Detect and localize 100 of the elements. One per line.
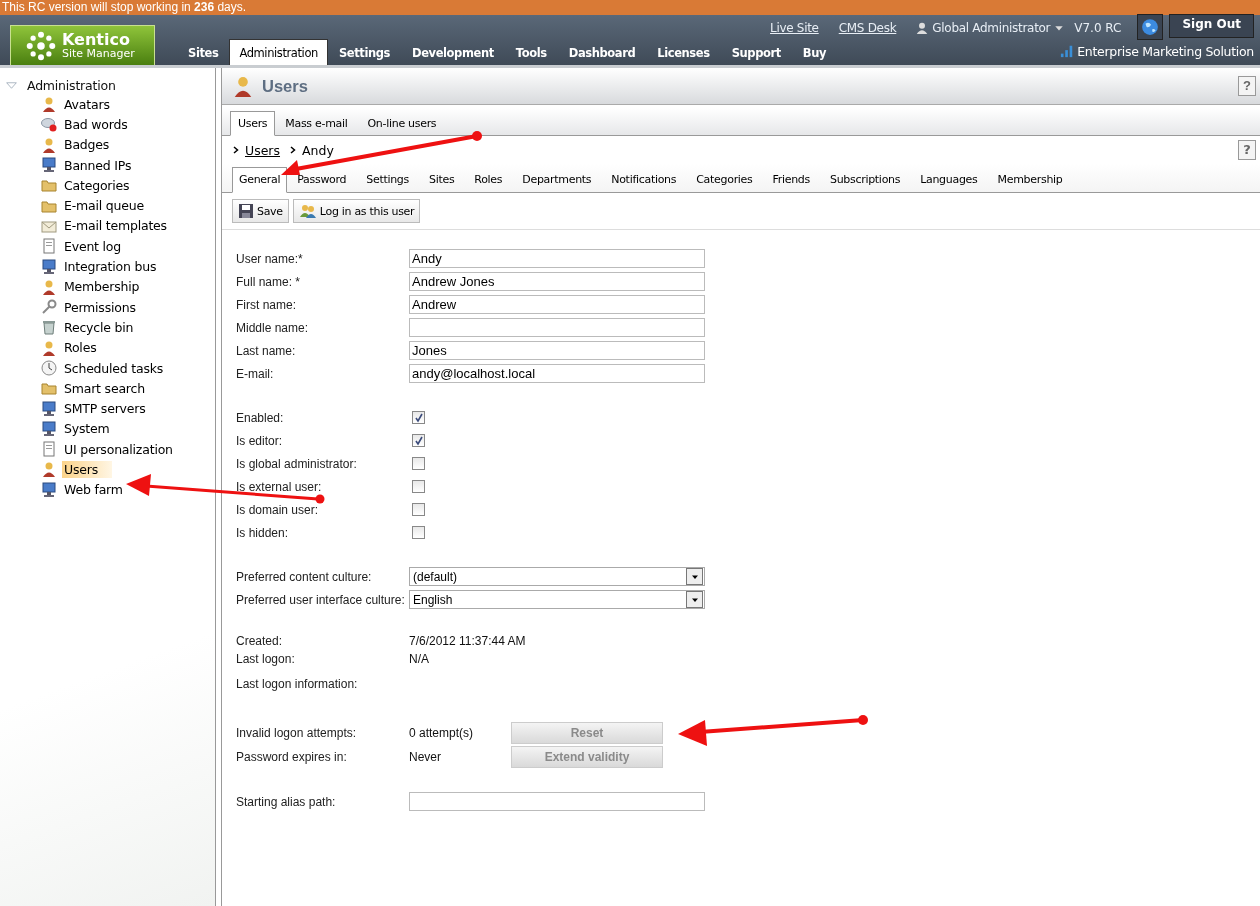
tab[interactable]: Users [230,111,276,136]
tree-item[interactable]: Badges [62,136,112,154]
tab[interactable]: On-line users [357,112,447,135]
tab[interactable]: Mass e-mail [275,112,358,135]
nav-tab[interactable]: Sites [177,40,230,65]
tree-item[interactable]: Bad words [62,115,130,133]
tree-item[interactable]: Users [62,461,112,478]
nav-tab[interactable]: Buy [791,40,838,65]
tab[interactable]: Notifications [601,168,687,192]
tree-item[interactable]: Integration bus [62,258,159,275]
tree-item[interactable]: Avatars [62,95,112,113]
breadcrumb-link[interactable]: Users [245,142,280,158]
tree-item[interactable]: E-mail queue [62,197,146,215]
field-label: Last logon: [236,652,296,666]
checkbox[interactable] [412,503,425,516]
field-label: Last logon information: [236,677,359,691]
person-icon [41,339,57,356]
login-as-button[interactable]: Log in as this user [292,199,421,223]
trash-bin-icon [41,319,57,336]
field-label: Is editor: [236,433,284,448]
dropdown[interactable]: (default) [409,567,705,586]
sign-out-button[interactable]: Sign Out [1169,14,1254,38]
nav-tab[interactable]: Dashboard [557,40,647,65]
tree-item[interactable]: SMTP servers [62,400,148,418]
field-label: Is external user: [236,479,323,494]
tree-item[interactable]: Smart search [62,379,147,397]
nav-tab[interactable]: Support [720,40,792,65]
tab[interactable]: Password [287,168,357,192]
field-label: Preferred content culture: [236,569,373,584]
checkbox[interactable] [412,457,425,470]
header-link[interactable]: Live Site [770,21,819,35]
people-icon [298,203,317,219]
input-field[interactable]: Jones [409,341,705,360]
save-button[interactable]: Save [232,199,289,223]
tree-item[interactable]: Permissions [62,298,138,316]
logo-badge[interactable]: Kentico Site Manager [10,25,155,65]
logo-title: Kentico [62,31,131,48]
input-field[interactable]: Andy [409,249,705,268]
globe-button[interactable] [1137,14,1164,40]
field-label: Is global administrator: [236,456,358,471]
breadcrumb-current: Andy [302,142,334,158]
person-icon [41,96,57,113]
nav-tab[interactable]: Development [401,40,505,65]
tab[interactable]: Membership [987,168,1073,192]
tab[interactable]: Roles [464,168,513,192]
tree-item[interactable]: Event log [62,237,124,255]
tree-item[interactable]: Membership [62,278,142,296]
tree-item[interactable]: System [62,420,112,438]
header-link[interactable]: CMS Desk [838,21,897,35]
tree-item[interactable]: Roles [62,339,99,357]
tree-item[interactable]: E-mail templates [62,217,169,235]
input-field[interactable]: Andrew [409,295,705,314]
tree-item[interactable]: Banned IPs [62,156,134,174]
field-label: Created: [236,634,284,648]
input-field[interactable]: andy@localhost.local [409,364,705,383]
monitor-icon [41,420,57,437]
nav-tab[interactable]: Licenses [646,40,721,65]
tree-item[interactable]: Recycle bin [62,318,136,336]
speech-bubble-icon [41,116,57,133]
monitor-icon [41,400,57,417]
nav-tab[interactable]: Administration [229,39,328,65]
field-value: 0 attempt(s) [409,726,475,740]
tab[interactable]: Categories [686,168,763,192]
checkbox[interactable] [412,411,425,424]
person-icon [41,461,57,478]
field-label: Enabled: [236,410,285,425]
checkbox[interactable] [412,434,425,447]
user-menu[interactable]: Global Administrator [932,21,1051,35]
flower-icon [26,30,56,61]
field-label: Last name: [236,343,297,358]
field-label: Full name: * [236,274,302,289]
tree-item[interactable]: Categories [62,176,132,194]
tree-item[interactable]: UI personalization [62,440,175,458]
input-field[interactable] [409,318,705,337]
input-field[interactable] [409,792,705,811]
nav-tab[interactable]: Tools [504,40,558,65]
tree-item[interactable]: Web farm [62,481,125,499]
help-button[interactable]: ? [1238,140,1256,160]
field-label: Preferred user interface culture: [236,592,406,607]
tab[interactable]: General [232,167,288,193]
tab[interactable]: Settings [356,168,419,192]
tab[interactable]: Departments [512,168,602,192]
tree-item[interactable]: Scheduled tasks [62,359,166,377]
field-label: E-mail: [236,366,275,381]
tab[interactable]: Friends [762,168,820,192]
help-button[interactable]: ? [1238,76,1256,96]
tab[interactable]: Languages [910,168,988,192]
field-label: Starting alias path: [236,794,337,809]
checkbox[interactable] [412,526,425,539]
dropdown[interactable]: English [409,590,705,609]
field-label: Middle name: [236,320,310,335]
checkbox[interactable] [412,480,425,493]
tab[interactable]: Subscriptions [820,168,911,192]
field-label: Invalid logon attempts: [236,726,358,740]
input-field[interactable]: Andrew Jones [409,272,705,291]
nav-tab[interactable]: Settings [327,40,402,65]
tree-node[interactable]: Administration [27,77,116,93]
tab[interactable]: Sites [418,168,465,192]
clock-icon [41,360,57,376]
version-label: V7.0 RC [1074,21,1122,35]
